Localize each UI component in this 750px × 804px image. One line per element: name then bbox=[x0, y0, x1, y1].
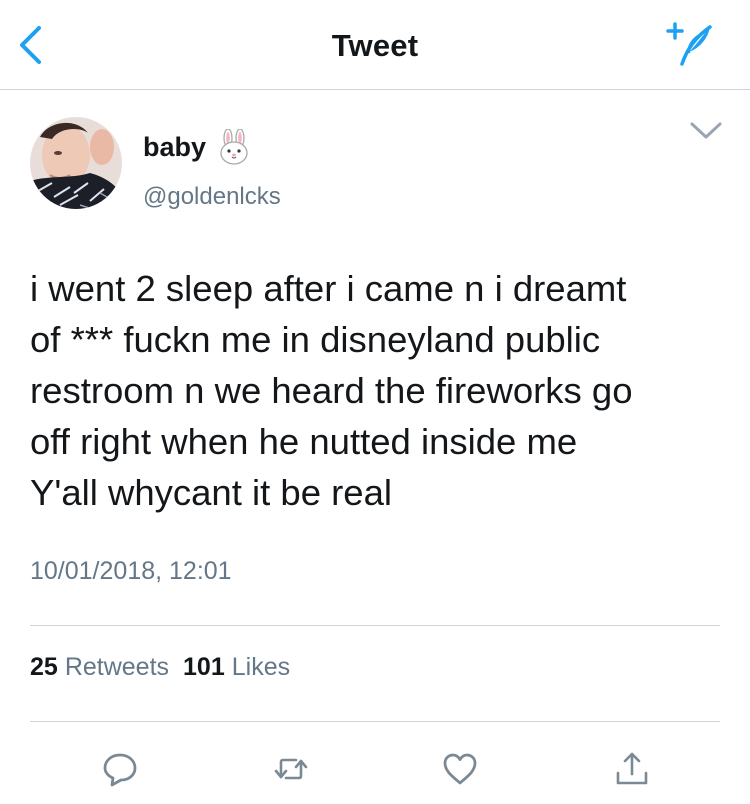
tweet-text-line: restroom n we heard the fireworks go bbox=[30, 370, 633, 411]
retweets-label: Retweets bbox=[64, 653, 170, 681]
like-icon bbox=[443, 753, 477, 785]
share-icon bbox=[616, 752, 648, 785]
likes-stat[interactable]: 101 Likes bbox=[183, 653, 290, 682]
tweet-options-button[interactable] bbox=[686, 117, 726, 145]
tweet-timestamp: 10/01/2018, 12:01 bbox=[30, 557, 232, 585]
avatar[interactable] bbox=[30, 117, 122, 209]
share-button[interactable] bbox=[608, 745, 656, 793]
like-button[interactable] bbox=[436, 745, 484, 793]
avatar-photo bbox=[30, 117, 122, 209]
navigation-bar: Tweet bbox=[0, 0, 750, 90]
divider bbox=[30, 721, 720, 722]
likes-label: Likes bbox=[231, 653, 291, 681]
retweets-count: 25 bbox=[30, 653, 58, 681]
tweet-actions-bar bbox=[0, 741, 750, 801]
tweet-text-line: of *** fuckn me in disneyland public bbox=[30, 319, 601, 360]
bunny-emoji-icon bbox=[216, 128, 252, 165]
reply-button[interactable] bbox=[96, 745, 144, 793]
tweet-text-line: off right when he nutted inside me bbox=[30, 421, 578, 462]
page-title: Tweet bbox=[331, 28, 419, 63]
tweet-detail: baby @goldenlcks i went 2 sleep after i … bbox=[0, 91, 750, 804]
retweet-button[interactable] bbox=[267, 745, 315, 793]
compose-tweet-feather-icon bbox=[666, 22, 712, 66]
divider bbox=[30, 625, 720, 626]
likes-count: 101 bbox=[183, 653, 225, 681]
display-name: baby bbox=[143, 131, 207, 162]
author-handle[interactable]: @goldenlcks bbox=[143, 183, 281, 211]
reply-icon bbox=[103, 753, 137, 787]
tweet-stats: 25 Retweets 101 Likes bbox=[30, 653, 304, 682]
tweet-text: i went 2 sleep after i came n i dreamt o… bbox=[30, 263, 730, 518]
tweet-text-line: Y'all whycant it be real bbox=[30, 472, 393, 513]
retweets-stat[interactable]: 25 Retweets bbox=[30, 653, 169, 682]
author-name[interactable]: baby bbox=[143, 128, 252, 165]
retweet-icon bbox=[274, 758, 308, 780]
compose-tweet-button[interactable] bbox=[662, 18, 718, 70]
tweet-text-line: i went 2 sleep after i came n i dreamt bbox=[30, 268, 627, 309]
chevron-down-icon bbox=[690, 122, 722, 139]
